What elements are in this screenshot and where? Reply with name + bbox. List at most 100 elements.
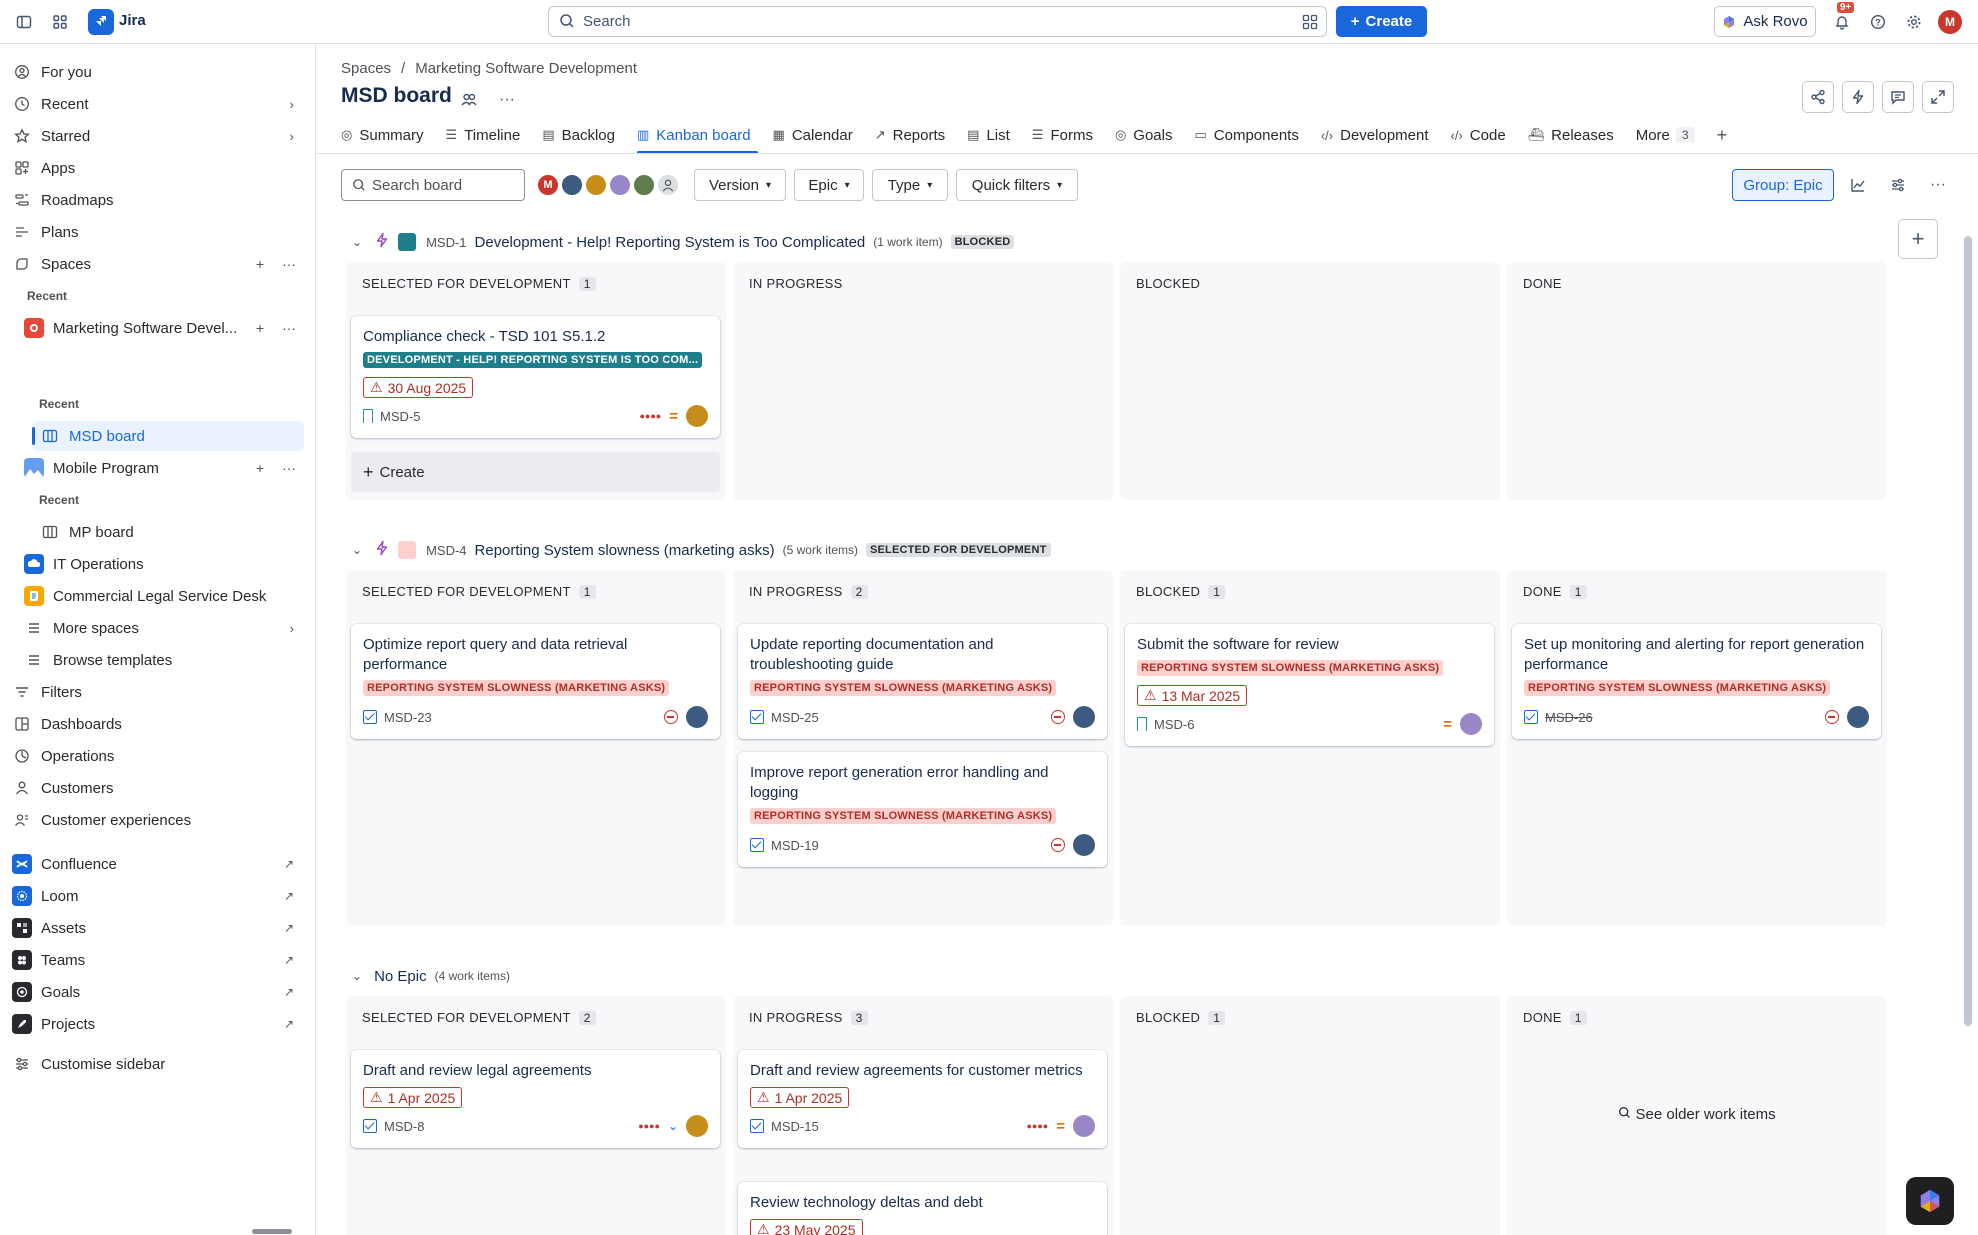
sidebar-space-marketing[interactable]: Marketing Software Devel... + ··· <box>24 313 304 343</box>
sidebar-item-customers[interactable]: Customers <box>12 773 304 803</box>
sidebar-scrollbar[interactable] <box>252 1229 292 1234</box>
work-item-card[interactable]: Review technology deltas and debt ⚠ 23 Ma… <box>738 1182 1107 1235</box>
swimlane-header-msd-1[interactable]: ⌄ MSD-1 Development - Help! Reporting Sy… <box>352 230 1015 254</box>
tab-components[interactable]: ▭ Components <box>1194 120 1309 150</box>
work-item-card[interactable]: Set up monitoring and alerting for repor… <box>1512 624 1881 739</box>
quick-filters[interactable]: Quick filters ▾ <box>956 169 1078 201</box>
rovo-chat-button[interactable] <box>1906 1177 1954 1225</box>
swimlane-header-msd-4[interactable]: ⌄ MSD-4 Reporting System slowness (marke… <box>352 538 1051 562</box>
sidebar-item-apps[interactable]: Apps <box>12 153 304 183</box>
tab-development[interactable]: ‹/› Development <box>1321 120 1440 150</box>
epic-filter[interactable]: Epic ▾ <box>794 169 864 201</box>
view-settings-icon[interactable] <box>1882 169 1914 201</box>
sidebar-item-recent[interactable]: Recent › <box>12 89 304 119</box>
work-item-card[interactable]: Draft and review agreements for customer… <box>738 1050 1107 1148</box>
add-column-button[interactable]: + <box>1898 219 1938 259</box>
chevron-down-icon[interactable]: ⌄ <box>352 543 362 557</box>
avatar[interactable] <box>1073 834 1095 856</box>
share-icon[interactable] <box>1802 81 1834 113</box>
work-item-card[interactable]: Submit the software for review REPORTING… <box>1125 624 1494 746</box>
sidebar-item-more-spaces[interactable]: More spaces › <box>24 613 304 643</box>
sidebar-toggle-icon[interactable] <box>12 10 36 34</box>
tab-timeline[interactable]: ☰ Timeline <box>446 120 532 150</box>
add-tab-icon[interactable]: + <box>1717 120 1739 150</box>
unassigned-avatar[interactable] <box>656 173 680 197</box>
automation-lightning-icon[interactable] <box>1842 81 1874 113</box>
add-icon[interactable]: + <box>256 460 264 476</box>
tab-list[interactable]: ▤ List <box>967 120 1021 150</box>
more-options-icon[interactable]: ··· <box>282 256 296 272</box>
sidebar-app-assets[interactable]: Assets ↗ <box>12 913 304 943</box>
user-avatar[interactable]: M <box>1938 10 1962 34</box>
sidebar-item-starred[interactable]: Starred › <box>12 121 304 151</box>
avatar[interactable]: M <box>536 173 560 197</box>
create-work-item-button[interactable]: + Create <box>351 452 720 492</box>
tab-more[interactable]: More 3 <box>1636 120 1706 150</box>
board-scrollbar[interactable] <box>1964 236 1972 1026</box>
tab-kanban-board[interactable]: ▥ Kanban board <box>637 120 762 154</box>
sidebar-item-customer-experiences[interactable]: Customer experiences <box>12 805 304 835</box>
work-item-card[interactable]: Optimize report query and data retrieval… <box>351 624 720 739</box>
see-older-work-items-button[interactable]: See older work items <box>1507 1106 1887 1123</box>
app-switcher-icon[interactable] <box>48 10 72 34</box>
sidebar-app-loom[interactable]: Loom ↗ <box>12 881 304 911</box>
feedback-icon[interactable] <box>1882 81 1914 113</box>
tab-forms[interactable]: ☰ Forms <box>1032 120 1104 150</box>
ask-rovo-button[interactable]: Ask Rovo <box>1714 6 1816 37</box>
add-icon[interactable]: + <box>256 320 264 336</box>
sidebar-space-mobile[interactable]: Mobile Program + ··· <box>24 453 304 483</box>
insights-chart-icon[interactable] <box>1842 169 1874 201</box>
sidebar-app-projects[interactable]: Projects ↗ <box>12 1009 304 1039</box>
add-space-icon[interactable]: + <box>256 256 264 272</box>
avatar[interactable] <box>1847 706 1869 728</box>
avatar[interactable] <box>1073 706 1095 728</box>
tab-summary[interactable]: ◎ Summary <box>341 120 435 150</box>
sidebar-item-roadmaps[interactable]: Roadmaps <box>12 185 304 215</box>
more-options-icon[interactable]: ··· <box>282 460 296 476</box>
sidebar-item-operations[interactable]: Operations <box>12 741 304 771</box>
global-search-input[interactable]: Search <box>548 6 1327 37</box>
sidebar-item-msd-board[interactable]: MSD board <box>32 421 304 451</box>
swimlane-header-no-epic[interactable]: ⌄ No Epic (4 work items) <box>352 964 510 988</box>
work-item-card[interactable]: Draft and review legal agreements ⚠ 1 Apr… <box>351 1050 720 1148</box>
avatar[interactable] <box>686 706 708 728</box>
sidebar-item-plans[interactable]: Plans <box>12 217 304 247</box>
type-filter[interactable]: Type ▾ <box>872 169 948 201</box>
work-item-card[interactable]: Update reporting documentation and troub… <box>738 624 1107 739</box>
avatar[interactable] <box>608 173 632 197</box>
help-icon[interactable]: ? <box>1866 10 1890 34</box>
tab-code[interactable]: ‹/› Code <box>1451 120 1517 150</box>
breadcrumb-space[interactable]: Marketing Software Development <box>415 60 637 77</box>
avatar[interactable] <box>1073 1115 1095 1137</box>
avatar[interactable] <box>584 173 608 197</box>
avatar[interactable] <box>686 1115 708 1137</box>
tab-backlog[interactable]: ▤ Backlog <box>542 120 626 150</box>
avatar[interactable] <box>1460 713 1482 735</box>
notifications-icon[interactable] <box>1830 10 1854 34</box>
sidebar-space-commercial-legal[interactable]: Commercial Legal Service Desk <box>24 581 304 611</box>
sidebar-item-customise[interactable]: Customise sidebar <box>12 1049 304 1079</box>
sidebar-app-confluence[interactable]: Confluence ↗ <box>12 849 304 879</box>
app-name[interactable]: Jira <box>119 12 146 29</box>
tab-goals[interactable]: ◎ Goals <box>1115 120 1184 150</box>
sidebar-item-dashboards[interactable]: Dashboards <box>12 709 304 739</box>
tab-calendar[interactable]: ▦ Calendar <box>773 120 864 150</box>
fullscreen-icon[interactable] <box>1922 81 1954 113</box>
search-filter-icon[interactable] <box>1302 14 1318 33</box>
sidebar-space-it-operations[interactable]: IT Operations <box>24 549 304 579</box>
tab-reports[interactable]: ↗ Reports <box>875 120 956 150</box>
avatar[interactable] <box>686 405 708 427</box>
board-search-input[interactable]: Search board <box>341 169 525 201</box>
sidebar-item-for-you[interactable]: For you <box>12 57 304 87</box>
avatar[interactable] <box>560 173 584 197</box>
team-icon[interactable] <box>456 87 482 113</box>
more-actions-icon[interactable]: ··· <box>494 87 520 113</box>
jira-logo-icon[interactable] <box>88 9 114 35</box>
sidebar-app-teams[interactable]: Teams ↗ <box>12 945 304 975</box>
work-item-card[interactable]: Improve report generation error handling… <box>738 752 1107 867</box>
sidebar-item-spaces[interactable]: Spaces + ··· <box>12 249 304 279</box>
work-item-card[interactable]: Compliance check - TSD 101 S5.1.2 DEVELO… <box>351 316 720 438</box>
more-actions-icon[interactable]: ··· <box>1922 169 1954 201</box>
chevron-down-icon[interactable]: ⌄ <box>352 969 362 983</box>
sidebar-app-goals[interactable]: Goals ↗ <box>12 977 304 1007</box>
